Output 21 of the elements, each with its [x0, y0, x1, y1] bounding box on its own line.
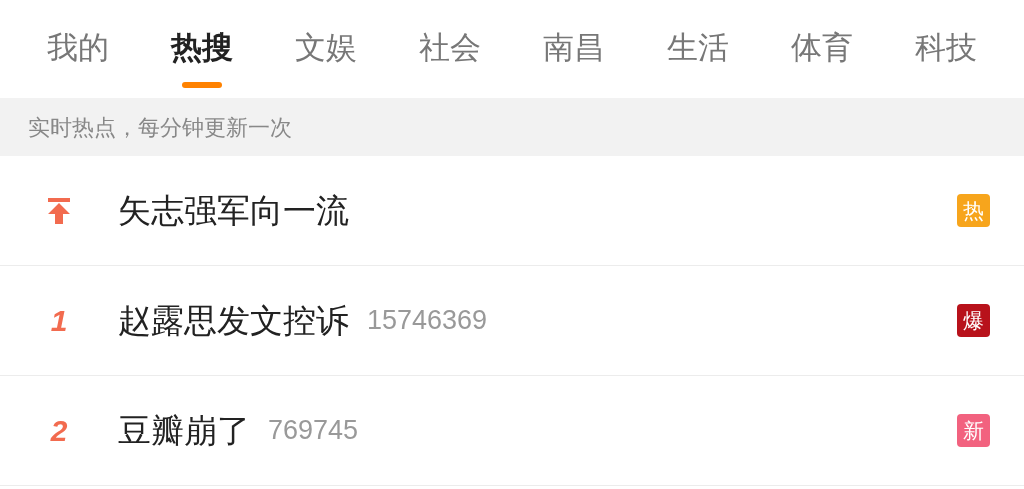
category-tab[interactable]: 社会 — [419, 28, 481, 90]
topic-title[interactable]: 赵露思发文控诉 — [118, 295, 349, 346]
topic-badge: 爆 — [957, 304, 990, 337]
rank-number: 2 — [50, 413, 68, 449]
topic-title[interactable]: 豆瓣崩了 — [118, 405, 250, 456]
topic-title[interactable]: 矢志强军向一流 — [118, 185, 349, 236]
pin-top-icon — [47, 196, 71, 225]
search-count: 769745 — [268, 414, 359, 448]
rank-number: 1 — [50, 303, 68, 339]
banner-text: 实时热点，每分钟更新一次 — [28, 113, 292, 142]
category-tab[interactable]: 南昌 — [543, 28, 605, 90]
search-count: 15746369 — [367, 304, 488, 338]
active-tab-indicator — [182, 82, 222, 88]
category-tab[interactable]: 我的 — [47, 28, 109, 90]
category-tab[interactable]: 体育 — [791, 28, 853, 90]
topic-badge: 热 — [957, 194, 990, 227]
topic-badge: 新 — [957, 414, 990, 447]
category-tab[interactable]: 科技 — [915, 28, 977, 90]
category-tab[interactable]: 生活 — [667, 28, 729, 90]
category-tab[interactable]: 文娱 — [295, 28, 357, 90]
category-tab[interactable]: 热搜 — [171, 28, 233, 90]
